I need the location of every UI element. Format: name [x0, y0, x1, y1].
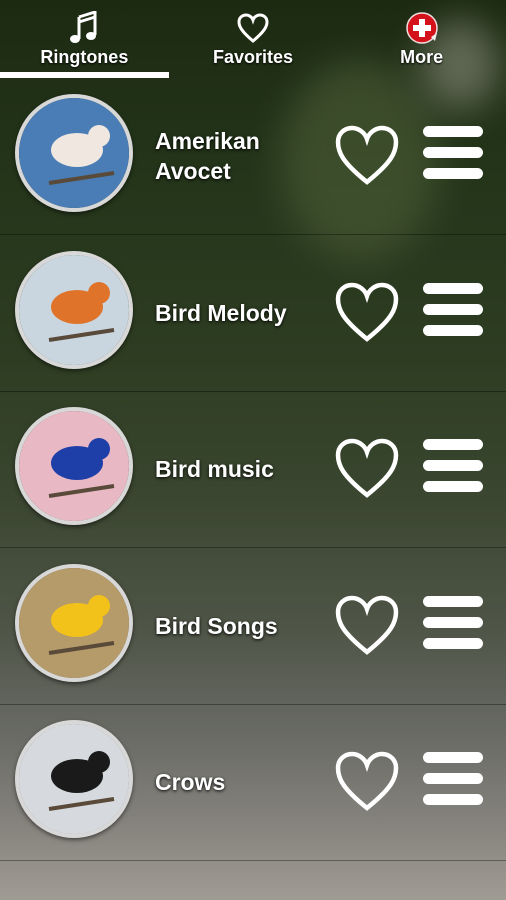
ringtone-name: Crows — [155, 769, 226, 795]
ringtone-row[interactable]: Bird Songs — [0, 548, 506, 705]
ringtone-row[interactable]: Bird Melody — [0, 235, 506, 392]
heart-outline-icon — [237, 11, 269, 45]
favorite-heart-icon[interactable] — [334, 124, 400, 191]
red-plus-badge-icon — [405, 11, 439, 45]
ringtone-row[interactable]: Amerikan Avocet — [0, 78, 506, 235]
tab-favorites[interactable]: Favorites — [169, 0, 338, 78]
ringtone-name: Bird Melody — [155, 299, 287, 326]
tab-label: More — [400, 47, 444, 67]
options-menu-icon[interactable] — [423, 595, 483, 659]
bird-avatar — [15, 407, 133, 525]
ringtone-name: Bird Songs — [155, 612, 278, 639]
ringtone-row[interactable]: Crows — [0, 704, 506, 861]
options-menu-icon[interactable] — [423, 439, 483, 502]
tab-label: Favorites — [212, 47, 294, 67]
options-menu-icon[interactable] — [423, 126, 483, 189]
ringtone-row[interactable]: Bird music — [0, 391, 506, 548]
bird-avatar — [15, 720, 133, 838]
ringtone-name: Bird music — [155, 456, 274, 482]
tab-label: Ringtones — [40, 47, 129, 67]
favorite-heart-icon[interactable] — [334, 594, 400, 661]
tab-bar: Ringtones Favorites More — [0, 0, 506, 78]
tab-ringtones[interactable]: Ringtones — [0, 0, 169, 78]
favorite-heart-icon[interactable] — [334, 281, 400, 348]
bird-avatar — [15, 250, 133, 369]
favorite-heart-icon[interactable] — [334, 437, 400, 504]
ringtone-name: Amerikan Avocet — [155, 128, 260, 184]
tab-more[interactable]: More — [337, 0, 506, 78]
music-note-icon — [69, 11, 99, 45]
options-menu-icon[interactable] — [423, 282, 483, 346]
bird-avatar — [15, 563, 133, 682]
favorite-heart-icon[interactable] — [334, 750, 400, 817]
bird-avatar — [15, 94, 133, 212]
options-menu-icon[interactable] — [423, 752, 483, 815]
